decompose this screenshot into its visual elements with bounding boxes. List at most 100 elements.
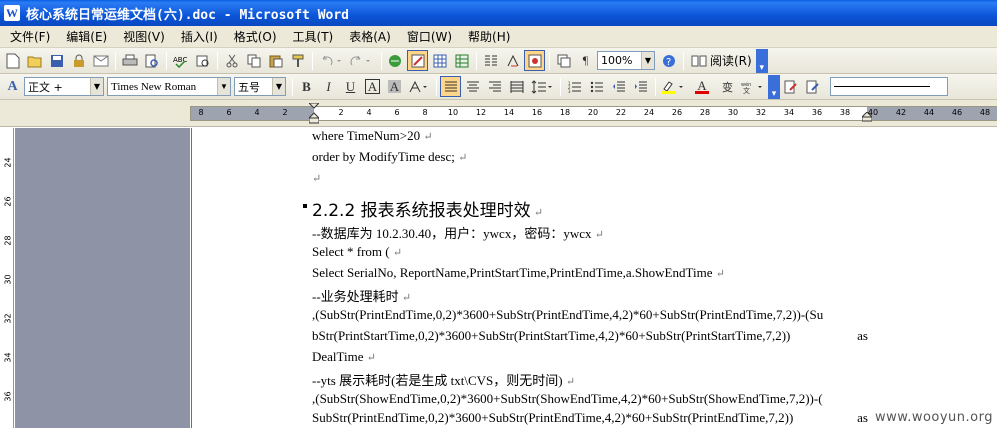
hyperlink-icon[interactable] — [385, 50, 406, 71]
distributed-align-icon[interactable] — [506, 76, 527, 97]
document-body[interactable]: where TimeNum>20 ↵ order by ModifyTime d… — [303, 128, 872, 428]
doc-line[interactable]: order by ModifyTime desc; ↵ — [312, 149, 467, 165]
doc-line[interactable]: SubStr(PrintEndTime,0,2)*3600+SubStr(Pri… — [312, 410, 868, 426]
print-preview-icon[interactable] — [141, 50, 162, 71]
menu-table[interactable]: 表格(A) — [341, 27, 399, 47]
redo-icon[interactable] — [347, 50, 377, 71]
new-document-icon[interactable] — [2, 50, 23, 71]
section-heading[interactable]: 2.2.2 报表系统报表处理时效 ↵ — [303, 196, 543, 221]
horizontal-ruler[interactable]: 8 6 4 2 2 4 6 8 10 12 14 16 18 20 22 24 26 28 30 32 34 36 38 40… — [190, 103, 997, 124]
doc-line[interactable]: ,(SubStr(PrintEndTime,0,2)*3600+SubStr(P… — [312, 307, 823, 323]
menu-tools[interactable]: 工具(T) — [285, 27, 342, 47]
vertical-ruler[interactable]: 2426283032343638 — [0, 128, 14, 428]
read-button[interactable]: 阅读(R) — [687, 51, 756, 71]
decrease-indent-icon[interactable] — [608, 76, 629, 97]
paragraph-mark: ↵ — [594, 229, 604, 241]
bullets-icon[interactable] — [586, 76, 607, 97]
line-tail: as — [857, 328, 868, 343]
research-icon[interactable] — [192, 50, 213, 71]
ruler-tick-label: 40 — [867, 108, 879, 117]
char-shading-button[interactable]: A — [384, 76, 405, 97]
italic-button[interactable]: I — [318, 76, 339, 97]
menu-help[interactable]: 帮助(H) — [460, 27, 518, 47]
email-icon[interactable] — [90, 50, 111, 71]
styles-formatting-icon[interactable]: A — [2, 76, 23, 97]
svg-text:?: ? — [666, 57, 671, 68]
enclose-characters-icon[interactable]: wén 文 — [739, 76, 767, 97]
numbering-icon[interactable]: 123 — [564, 76, 585, 97]
style-combo[interactable]: 正文 + ▼ — [24, 77, 104, 96]
columns-icon[interactable] — [480, 50, 501, 71]
dropdown-arrow-icon[interactable]: ▼ — [641, 52, 654, 69]
help-icon[interactable]: ? — [658, 50, 679, 71]
doc-line[interactable]: --业务处理耗时 ↵ — [312, 286, 411, 305]
open-folder-icon[interactable] — [24, 50, 45, 71]
menu-file[interactable]: 文件(F) — [2, 27, 58, 47]
line-text: ,(SubStr(ShowEndTime,0,2)*3600+SubStr(Sh… — [312, 391, 823, 406]
spelling-icon[interactable]: ABC — [170, 50, 191, 71]
font-color-button[interactable]: A — [688, 76, 716, 97]
line-spacing-icon[interactable] — [528, 76, 556, 97]
drawing-icon[interactable] — [502, 50, 523, 71]
vruler-tick-label: 24 — [3, 157, 13, 168]
tables-borders-icon[interactable] — [407, 50, 428, 71]
svg-text:变: 变 — [722, 80, 733, 94]
ruler-tick-label: 36 — [811, 108, 823, 117]
format-painter-icon[interactable] — [287, 50, 308, 71]
edit-document-icon[interactable] — [802, 76, 823, 97]
doc-line[interactable]: bStr(PrintStartTime,0,2)*3600+SubStr(Pri… — [312, 328, 868, 344]
vruler-tick-label: 26 — [3, 196, 13, 207]
bold-button[interactable]: B — [296, 76, 317, 97]
word-app-icon[interactable]: W — [4, 5, 20, 21]
menu-format[interactable]: 格式(O) — [226, 27, 285, 47]
ruler-tick-label: 28 — [699, 108, 711, 117]
doc-line[interactable]: ,(SubStr(ShowEndTime,0,2)*3600+SubStr(Sh… — [312, 391, 823, 407]
char-scaling-icon[interactable] — [406, 76, 432, 97]
document-map-icon[interactable] — [524, 50, 545, 71]
undo-icon[interactable] — [316, 50, 346, 71]
zoom-combo[interactable]: 100% ▼ — [597, 51, 655, 70]
doc-line[interactable]: where TimeNum>20 ↵ — [312, 128, 433, 144]
doc-line[interactable]: DealTime ↵ — [312, 349, 376, 365]
print-icon[interactable] — [119, 50, 140, 71]
line-style-combo[interactable] — [830, 77, 948, 96]
dropdown-arrow-icon[interactable]: ▼ — [90, 78, 103, 95]
thumbnails-icon[interactable] — [553, 50, 574, 71]
font-combo[interactable]: Times New Roman ▼ — [107, 77, 231, 96]
align-justify-icon[interactable] — [440, 76, 461, 97]
menu-view[interactable]: 视图(V) — [115, 27, 173, 47]
doc-line[interactable]: ↵ — [312, 170, 321, 186]
char-border-button[interactable]: A — [362, 76, 383, 97]
phonetic-guide-icon[interactable]: 变 — [717, 76, 738, 97]
menu-edit[interactable]: 编辑(E) — [58, 27, 115, 47]
insert-table-icon[interactable] — [429, 50, 450, 71]
align-center-icon[interactable] — [462, 76, 483, 97]
paste-icon[interactable] — [265, 50, 286, 71]
line-text: bStr(PrintStartTime,0,2)*3600+SubStr(Pri… — [312, 328, 791, 343]
toolbar-options-icon[interactable]: ▾ — [755, 48, 768, 73]
increase-indent-icon[interactable] — [630, 76, 651, 97]
insert-excel-icon[interactable] — [451, 50, 472, 71]
doc-line[interactable]: Select SerialNo, ReportName,PrintStartTi… — [312, 265, 725, 281]
align-right-icon[interactable] — [484, 76, 505, 97]
dropdown-arrow-icon[interactable]: ▼ — [272, 78, 285, 95]
highlight-icon[interactable] — [659, 76, 687, 97]
save-icon[interactable] — [46, 50, 67, 71]
doc-line[interactable]: --yts 展示耗时(若是生成 txt\CVS，则无时间) ↵ — [312, 370, 575, 389]
indent-marker-icon[interactable] — [309, 103, 319, 124]
doc-line[interactable]: --数据库为 10.2.30.40，用户：ywcx，密码：ywcx ↵ — [312, 223, 604, 242]
permission-icon[interactable] — [68, 50, 89, 71]
menu-insert[interactable]: 插入(I) — [173, 27, 226, 47]
revision-icon[interactable] — [780, 76, 801, 97]
cut-icon[interactable] — [221, 50, 242, 71]
document-map-pane[interactable] — [15, 128, 190, 428]
zoom-value: 100% — [601, 54, 633, 67]
copy-icon[interactable] — [243, 50, 264, 71]
dropdown-arrow-icon[interactable]: ▼ — [217, 78, 230, 95]
underline-button[interactable]: U — [340, 76, 361, 97]
font-size-combo[interactable]: 五号 ▼ — [234, 77, 286, 96]
show-hide-icon[interactable]: ¶ — [575, 50, 596, 71]
toolbar-options-icon[interactable]: ▾ — [768, 74, 780, 99]
menu-window[interactable]: 窗口(W) — [399, 27, 460, 47]
doc-line[interactable]: Select * from ( ↵ — [312, 244, 402, 260]
